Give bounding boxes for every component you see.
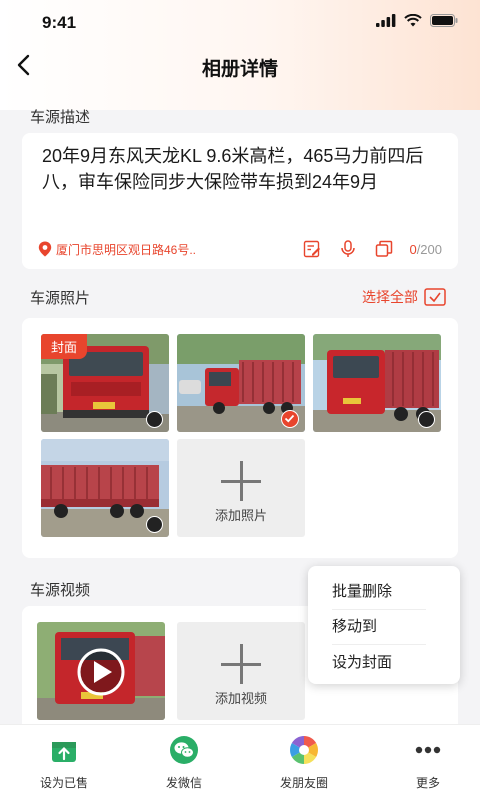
plus-icon (221, 644, 261, 684)
add-video-label: 添加视频 (214, 691, 267, 706)
photo-select-toggle-1[interactable] (146, 411, 163, 428)
status-time: 9:41 (42, 13, 77, 32)
video-thumbnail[interactable] (37, 622, 165, 720)
videos-section-title: 车源视频 (30, 582, 91, 599)
photo-select-toggle-3[interactable] (418, 411, 435, 428)
context-menu: 批量删除 移动到 设为封面 (308, 566, 460, 684)
description-card: 20年9月东风天龙KL 9.6米高栏，465马力前四后八，审车保险同步大保险带车… (22, 133, 458, 269)
tab-send-wechat[interactable]: 发微信 (134, 735, 234, 791)
photo-thumbnail-4[interactable] (41, 439, 169, 537)
status-icons (376, 14, 458, 27)
photos-section-title: 车源照片 (30, 290, 91, 307)
photo-selected-check-2[interactable] (281, 410, 299, 428)
photo-thumbnail-2[interactable] (177, 334, 305, 432)
photo-thumbnail-1[interactable]: 封面 (41, 334, 169, 432)
description-tools (303, 240, 393, 258)
plus-icon (221, 461, 261, 501)
bottom-toolbar: 设为已售 发微信 发朋友圈 更多 (0, 724, 480, 800)
tab-label: 更多 (415, 776, 440, 790)
char-count-max: /200 (416, 241, 442, 257)
add-photo-button[interactable]: 添加照片 (177, 439, 305, 537)
tab-share-moments[interactable]: 发朋友圈 (254, 735, 354, 791)
checkbox-icon (424, 288, 446, 306)
location-link[interactable]: 厦门市思明区观日路46号.. (38, 241, 196, 258)
tab-label: 发微信 (165, 776, 202, 790)
cover-badge: 封面 (41, 334, 88, 359)
photo-thumbnail-3[interactable] (313, 334, 441, 432)
location-text: 厦门市思明区观日路46号.. (56, 242, 197, 257)
microphone-icon[interactable] (339, 240, 357, 258)
nav-bar: 相册详情 (0, 44, 480, 90)
menu-item-move-to[interactable]: 移动到 (332, 609, 426, 645)
tab-mark-sold[interactable]: 设为已售 (14, 735, 114, 791)
tab-more[interactable]: 更多 (378, 735, 478, 791)
tab-label: 发朋友圈 (279, 776, 328, 790)
select-all-button[interactable]: 选择全部 (362, 287, 446, 307)
tab-label: 设为已售 (39, 776, 88, 790)
char-count-value: 0 (409, 241, 417, 257)
page-title: 相册详情 (201, 59, 278, 80)
edit-icon[interactable] (303, 240, 321, 258)
wechat-icon (170, 736, 198, 764)
more-icon (415, 746, 441, 754)
add-video-button[interactable]: 添加视频 (177, 622, 305, 720)
moments-icon (290, 736, 318, 764)
select-all-label: 选择全部 (362, 289, 418, 305)
menu-item-set-cover[interactable]: 设为封面 (332, 645, 426, 681)
sold-icon (52, 742, 76, 762)
check-icon (284, 414, 295, 423)
cellular-signal-icon (376, 14, 396, 27)
description-text[interactable]: 20年9月东风天龙KL 9.6米高栏，465马力前四后八，审车保险同步大保险带车… (42, 143, 442, 195)
photo-select-toggle-4[interactable] (146, 516, 163, 533)
copy-icon[interactable] (375, 240, 393, 258)
status-bar: 9:41 (0, 0, 480, 44)
truck-video-image (37, 622, 165, 720)
location-pin-icon (38, 241, 52, 257)
add-photo-label: 添加照片 (214, 508, 267, 523)
description-footer: 厦门市思明区观日路46号.. 0/200 (38, 239, 442, 259)
wifi-icon (404, 14, 422, 27)
description-section-title: 车源描述 (30, 109, 91, 126)
battery-icon (430, 14, 458, 27)
char-count: 0/200 (409, 242, 442, 257)
menu-item-batch-delete[interactable]: 批量删除 (332, 574, 426, 610)
